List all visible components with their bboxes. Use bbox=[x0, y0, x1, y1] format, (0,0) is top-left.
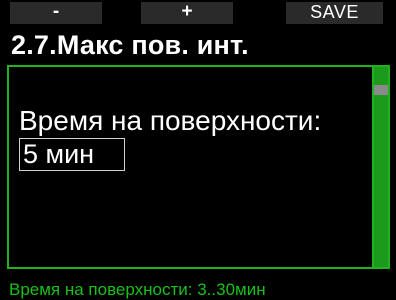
scrollbar-thumb[interactable] bbox=[374, 85, 388, 95]
page-title: 2.7.Макс пов. инт. bbox=[11, 30, 249, 60]
increase-button[interactable]: + bbox=[141, 2, 233, 24]
save-button[interactable]: SAVE bbox=[286, 2, 383, 24]
decrease-button[interactable]: - bbox=[10, 2, 102, 24]
range-hint: Время на поверхности: 3..30мин bbox=[9, 280, 266, 299]
scrollbar[interactable] bbox=[372, 67, 388, 267]
settings-panel: Время на поверхности: 5 мин bbox=[7, 65, 390, 269]
surface-time-label: Время на поверхности: bbox=[19, 105, 322, 136]
surface-time-value-field[interactable]: 5 мин bbox=[19, 138, 125, 171]
